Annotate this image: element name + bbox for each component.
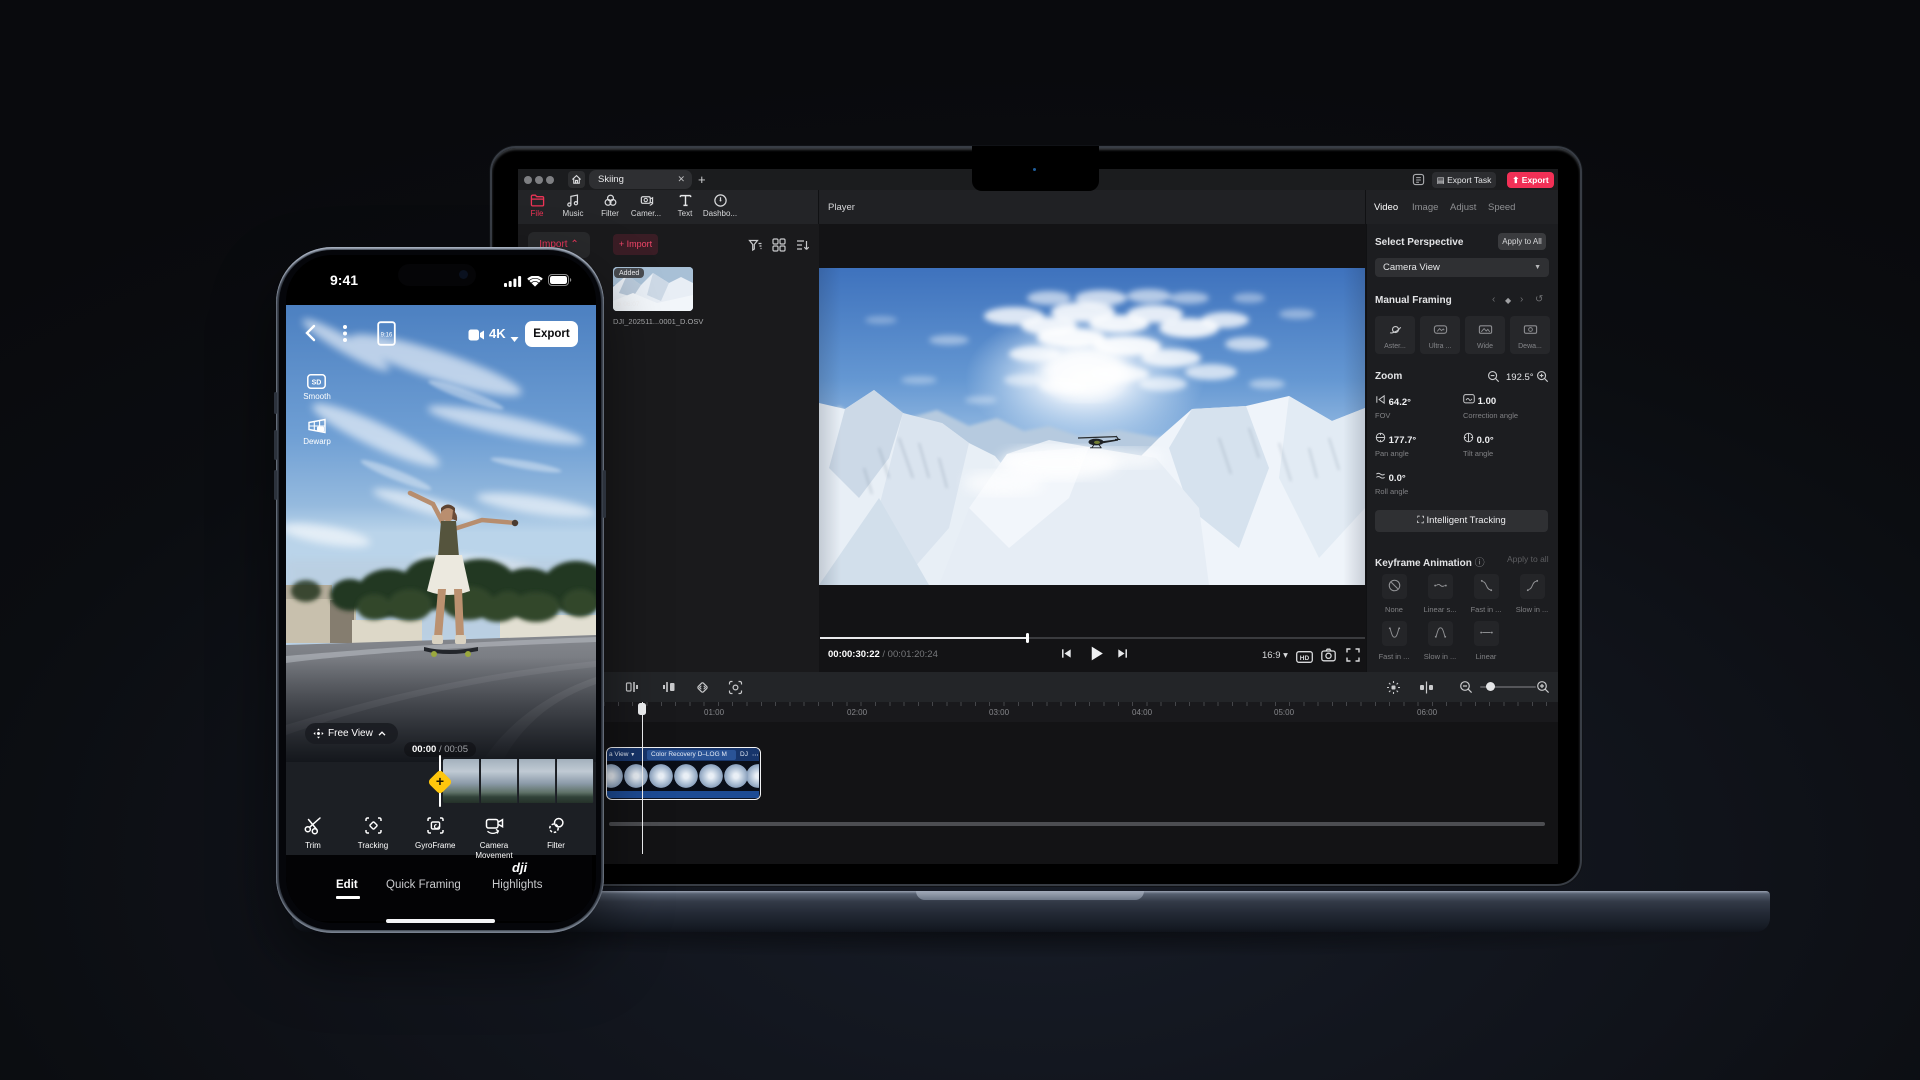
svg-text:SD: SD xyxy=(312,380,322,387)
svg-text:9:16: 9:16 xyxy=(381,333,393,339)
svg-text:HD: HD xyxy=(1300,655,1310,662)
